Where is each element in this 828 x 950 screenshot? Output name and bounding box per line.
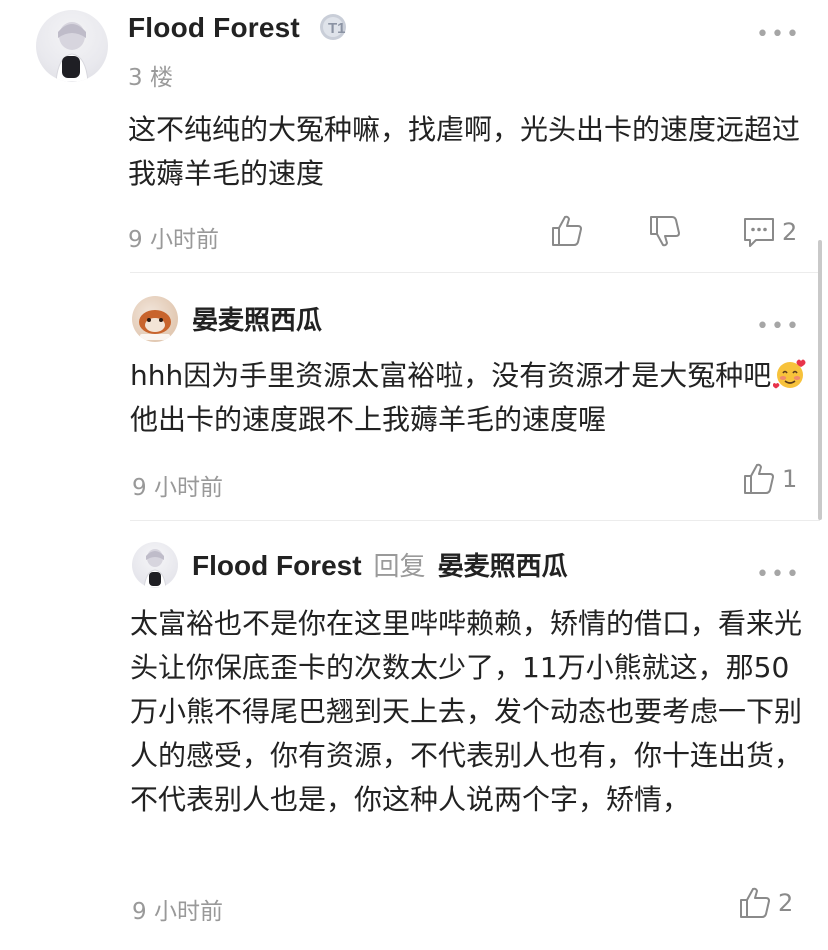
like-count: 2	[778, 889, 794, 917]
floor-number: 3 楼	[128, 65, 173, 91]
badge-label: T1	[328, 20, 346, 37]
level-badge-icon: T1	[318, 12, 348, 42]
avatar-illustration-icon	[143, 549, 167, 588]
reply-header: Flood Forest 回复 晏麦照西瓜	[192, 546, 568, 583]
comment-author[interactable]: Flood Forest	[128, 12, 300, 44]
dislike-button[interactable]	[648, 214, 682, 248]
avatar-illustration-icon	[55, 22, 89, 82]
comment-button[interactable]: 2	[742, 216, 797, 248]
like-button[interactable]: 1	[742, 462, 797, 496]
reply-avatar[interactable]	[132, 542, 178, 588]
reply-text-part-2: 他出卡的速度跟不上我薅羊毛的速度喔	[130, 403, 607, 436]
thumbs-up-icon	[744, 463, 774, 494]
thumbs-up-icon	[740, 887, 770, 918]
more-options-icon[interactable]: •••	[756, 564, 801, 586]
comment-text: 这不纯纯的大冤种嘛，找虐啊，光头出卡的速度远超过我薅羊毛的速度	[128, 113, 801, 190]
like-button[interactable]	[550, 214, 584, 248]
thumbs-up-icon	[552, 215, 582, 246]
comment-count: 2	[782, 218, 798, 246]
more-options-icon[interactable]: •••	[756, 24, 801, 46]
reply-time: 9 小时前	[132, 899, 223, 925]
comment-time: 9 小时前	[128, 227, 219, 253]
like-count: 1	[782, 465, 798, 493]
reply-text: 太富裕也不是你在这里哔哔赖赖，矫情的借口，看来光头让你保底歪卡的次数太少了，11…	[130, 607, 803, 816]
reply-label: 回复	[373, 552, 426, 582]
comment-bubble-icon	[744, 218, 774, 247]
reply-text: hhh因为手里资源太富裕啦，没有资源才是大冤种吧 他出卡的速度跟不上我薅羊毛的速…	[130, 354, 810, 442]
reply-text-part-1: hhh因为手里资源太富裕啦，没有资源才是大冤种吧	[130, 359, 772, 392]
divider	[130, 272, 820, 273]
smiling-face-with-hearts-icon	[773, 359, 806, 389]
red-panda-avatar-icon	[139, 310, 171, 340]
avatar[interactable]	[36, 10, 108, 82]
scrollbar[interactable]	[818, 240, 822, 520]
reply-to-user[interactable]: 晏麦照西瓜	[438, 546, 568, 583]
reply-time: 9 小时前	[132, 475, 223, 501]
reply-author[interactable]: Flood Forest	[192, 550, 362, 582]
divider	[130, 520, 820, 521]
more-options-icon[interactable]: •••	[756, 316, 801, 338]
thumbs-down-icon	[650, 216, 680, 247]
like-button[interactable]: 2	[738, 886, 793, 920]
reply-author[interactable]: 晏麦照西瓜	[192, 300, 322, 337]
reply-avatar[interactable]	[132, 296, 178, 342]
